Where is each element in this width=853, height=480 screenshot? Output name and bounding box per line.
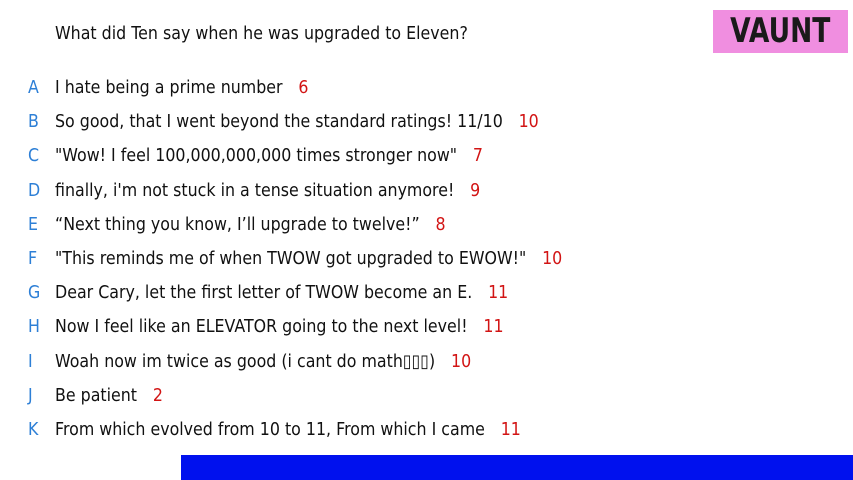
response-text: "This reminds me of when TWOW got upgrad… xyxy=(55,247,527,269)
list-item: B So good, that I went beyond the standa… xyxy=(0,106,853,140)
response-text: So good, that I went beyond the standard… xyxy=(55,111,503,133)
response-score: 7 xyxy=(472,145,484,167)
response-score: 10 xyxy=(518,111,539,133)
list-item: J Be patient 2 xyxy=(0,380,853,414)
vaunt-badge-label: VAUNT xyxy=(730,11,831,51)
response-score: 11 xyxy=(483,316,504,338)
response-list: A I hate being a prime number 6 B So good… xyxy=(0,72,853,448)
response-letter: I xyxy=(28,350,33,372)
response-score: 8 xyxy=(435,213,446,235)
response-score: 11 xyxy=(488,282,509,304)
list-item: H Now I feel like an ELEVATOR going to t… xyxy=(0,311,853,345)
response-letter: A xyxy=(28,77,39,98)
response-text: I hate being a prime number xyxy=(55,77,283,98)
response-text: "Wow! I feel 100,000,000,000 times stron… xyxy=(55,145,458,167)
list-item: C "Wow! I feel 100,000,000,000 times str… xyxy=(0,140,853,174)
blue-bottom-bar xyxy=(181,455,853,480)
response-letter: B xyxy=(28,111,39,133)
response-text: Be patient xyxy=(55,384,138,406)
response-letter: F xyxy=(28,247,38,269)
response-score: 11 xyxy=(500,418,521,440)
list-item: F "This reminds me of when TWOW got upgr… xyxy=(0,243,853,277)
list-item: A I hate being a prime number 6 xyxy=(0,72,853,106)
response-text: Dear Cary, let the first letter of TWOW … xyxy=(55,282,473,304)
response-score: 9 xyxy=(470,179,481,201)
response-score: 10 xyxy=(451,350,472,372)
vaunt-badge: VAUNT xyxy=(713,10,848,53)
response-letter: G xyxy=(28,282,41,304)
response-letter: K xyxy=(28,418,39,440)
list-item: I Woah now im twice as good (i cant do m… xyxy=(0,346,853,380)
response-letter: E xyxy=(28,213,39,235)
response-text: Now I feel like an ELEVATOR going to the… xyxy=(55,316,468,338)
response-letter: J xyxy=(28,384,33,406)
response-letter: C xyxy=(28,145,40,167)
response-letter: D xyxy=(28,179,41,201)
response-text: From which evolved from 10 to 11, From w… xyxy=(55,418,485,440)
response-score: 6 xyxy=(298,77,309,98)
response-letter: H xyxy=(28,316,40,338)
response-text: Woah now im twice as good (i cant do mat… xyxy=(55,350,436,372)
response-text: “Next thing you know, I’ll upgrade to tw… xyxy=(55,213,420,235)
response-score: 2 xyxy=(152,384,163,406)
list-item: K From which evolved from 10 to 11, From… xyxy=(0,414,853,448)
prompt-title: What did Ten say when he was upgraded to… xyxy=(55,23,468,44)
list-item: E “Next thing you know, I’ll upgrade to … xyxy=(0,209,853,243)
response-text: finally, i'm not stuck in a tense situat… xyxy=(55,179,455,201)
list-item: G Dear Cary, let the first letter of TWO… xyxy=(0,277,853,311)
response-score: 10 xyxy=(542,247,563,269)
list-item: D finally, i'm not stuck in a tense situ… xyxy=(0,175,853,209)
